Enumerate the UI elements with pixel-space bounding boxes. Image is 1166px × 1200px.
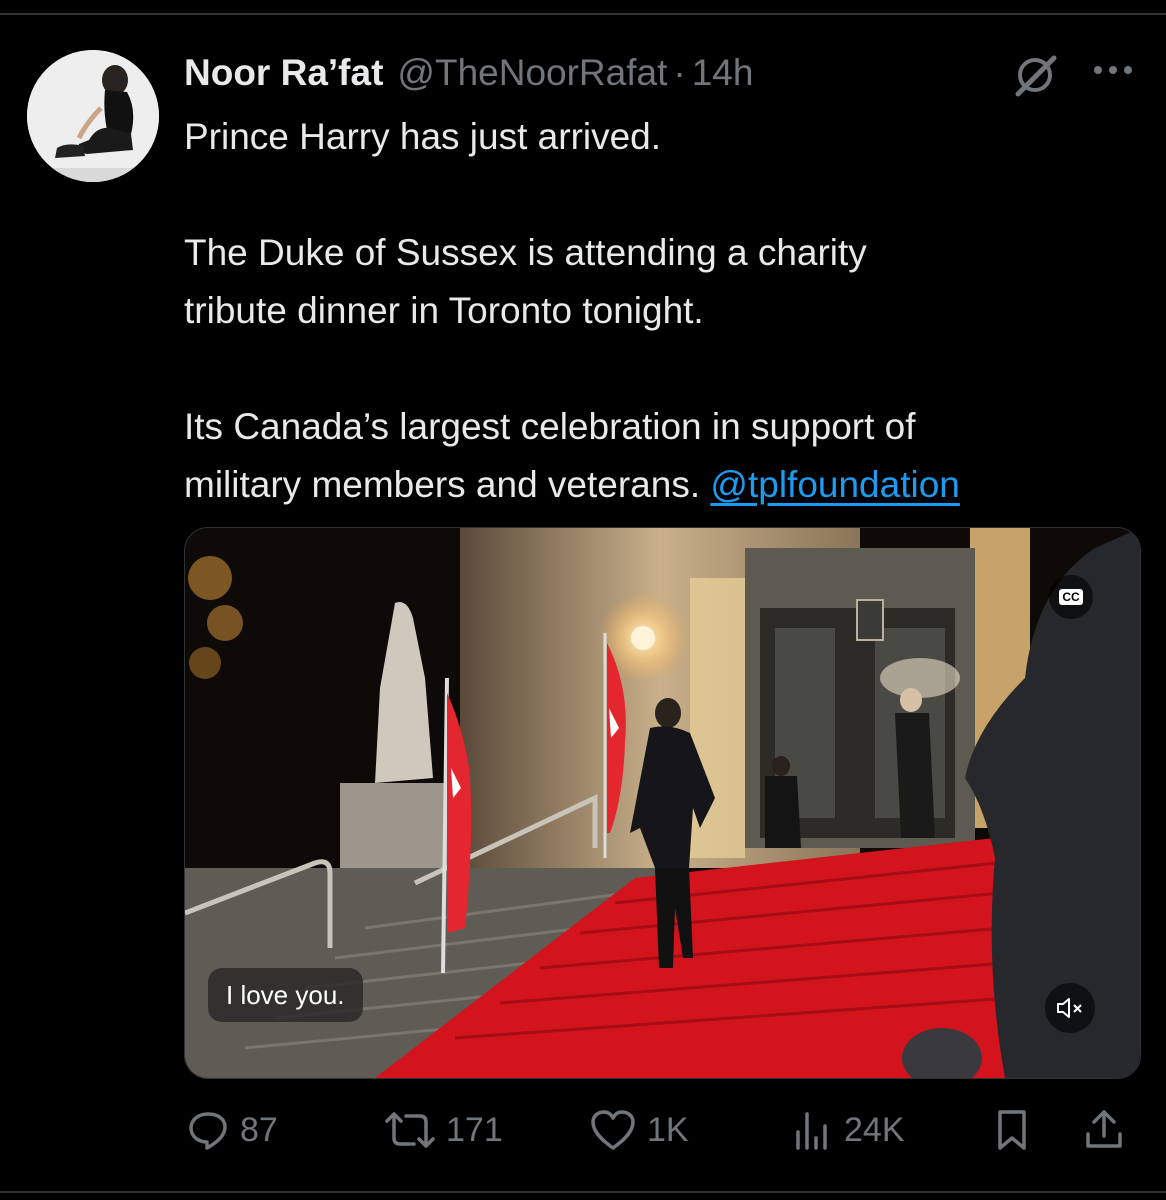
top-divider xyxy=(0,13,1166,15)
more-icon[interactable] xyxy=(1088,52,1138,88)
like-count: 1K xyxy=(647,1110,689,1149)
grok-icon[interactable] xyxy=(1010,50,1060,100)
bookmark-button[interactable] xyxy=(992,1105,1032,1155)
mention-link[interactable]: @tplfoundation xyxy=(710,464,959,505)
avatar[interactable] xyxy=(27,50,159,182)
repost-button[interactable]: 171 xyxy=(384,1105,503,1155)
bookmark-icon xyxy=(998,1110,1026,1150)
action-bar: 87 171 1K 24K xyxy=(184,1105,1139,1155)
tweet-line-text: military members and veterans. xyxy=(184,464,701,505)
repost-icon xyxy=(385,1112,435,1148)
like-button[interactable]: 1K xyxy=(589,1105,689,1155)
separator-dot: · xyxy=(673,52,686,93)
share-icon xyxy=(1086,1110,1122,1148)
author-handle[interactable]: @TheNoorRafat xyxy=(397,52,667,94)
closed-captions-button[interactable]: CC xyxy=(1049,575,1093,619)
author-name[interactable]: Noor Ra’fat xyxy=(184,52,383,94)
tweet-header: Noor Ra’fat @TheNoorRafat · 14h xyxy=(184,50,753,96)
tweet-text: Prince Harry has just arrived. The Duke … xyxy=(184,108,1144,514)
cc-icon: CC xyxy=(1059,589,1083,605)
video-player[interactable]: CC I love you. xyxy=(184,527,1141,1079)
reply-icon xyxy=(189,1112,227,1150)
reply-button[interactable]: 87 xyxy=(186,1105,278,1155)
video-caption: I love you. xyxy=(208,968,363,1022)
tweet-line: Prince Harry has just arrived. xyxy=(184,116,662,157)
avatar-image xyxy=(27,50,159,182)
reply-count: 87 xyxy=(240,1110,278,1149)
bottom-divider xyxy=(0,1191,1166,1193)
views-button[interactable]: 24K xyxy=(790,1105,905,1155)
share-button[interactable] xyxy=(1082,1105,1126,1155)
views-count: 24K xyxy=(844,1110,905,1149)
mute-icon xyxy=(1057,998,1082,1018)
tweet-line: military members and veterans. @tplfound… xyxy=(184,456,1144,514)
timestamp[interactable]: 14h xyxy=(692,52,754,94)
views-icon xyxy=(796,1112,827,1150)
tweet-line: The Duke of Sussex is attending a charit… xyxy=(184,232,867,273)
tweet-line: tribute dinner in Toronto tonight. xyxy=(184,290,704,331)
mute-button[interactable] xyxy=(1045,983,1095,1033)
tweet-line: Its Canada’s largest celebration in supp… xyxy=(184,406,916,447)
repost-count: 171 xyxy=(446,1110,503,1149)
like-icon xyxy=(591,1110,635,1150)
